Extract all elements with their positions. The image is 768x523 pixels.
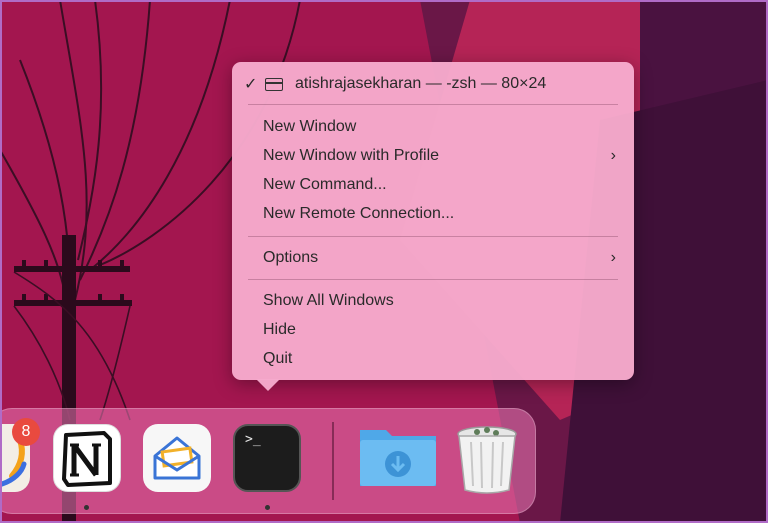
menu-item-quit[interactable]: Quit — [263, 348, 292, 370]
running-indicator — [84, 505, 89, 510]
terminal-prompt-glyph: >_ — [245, 432, 261, 447]
menu-item-hide[interactable]: Hide — [263, 319, 296, 341]
menu-item-new-window-with-profile[interactable]: New Window with Profile — [263, 145, 439, 167]
menu-separator — [248, 236, 618, 237]
checkmark-icon: ✓ — [244, 76, 258, 93]
menu-separator — [248, 104, 618, 105]
envelope-glyph-icon — [153, 436, 201, 480]
menu-item-new-command[interactable]: New Command... — [263, 174, 387, 196]
notification-badge: 8 — [12, 418, 40, 446]
trash-icon[interactable] — [455, 424, 523, 494]
trash-glyph-icon — [457, 426, 517, 494]
menu-item-current-window[interactable]: atishrajasekharan — -zsh — 80×24 — [295, 73, 546, 95]
running-indicator — [265, 505, 270, 510]
downloads-folder-icon[interactable] — [358, 424, 436, 492]
dock-divider — [332, 422, 334, 500]
notion-icon[interactable] — [53, 424, 121, 492]
chevron-right-icon: › — [610, 147, 616, 164]
dock-context-menu: ✓ atishrajasekharan — -zsh — 80×24 New W… — [232, 62, 634, 380]
terminal-icon[interactable]: >_ — [233, 424, 301, 492]
notion-glyph-icon — [62, 431, 112, 487]
mail-envelope-icon[interactable] — [143, 424, 211, 492]
menu-item-options[interactable]: Options — [263, 247, 318, 269]
folder-glyph-icon — [360, 430, 436, 486]
terminal-window-icon — [265, 78, 283, 91]
menu-item-new-window[interactable]: New Window — [263, 116, 356, 138]
menu-separator — [248, 279, 618, 280]
menu-pointer — [256, 379, 280, 391]
menu-item-show-all-windows[interactable]: Show All Windows — [263, 290, 394, 312]
menu-item-new-remote-connection[interactable]: New Remote Connection... — [263, 203, 454, 225]
chevron-right-icon: › — [610, 249, 616, 266]
